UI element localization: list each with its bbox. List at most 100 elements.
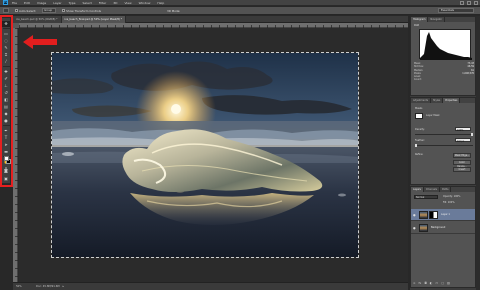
mask-thumbnail[interactable] xyxy=(415,113,423,119)
fill-value[interactable]: 100% xyxy=(448,201,455,204)
pen-icon: ✒ xyxy=(4,128,8,133)
crop-tool[interactable]: ⌗ xyxy=(2,52,10,58)
transform-label: Show Transform Controls xyxy=(66,8,101,13)
gradient-tool[interactable]: ▤ xyxy=(2,104,10,110)
stamp-tool[interactable]: ⊥ xyxy=(2,83,10,89)
layer-row[interactable]: ● Layer 1 xyxy=(411,209,475,221)
zoom-level[interactable]: 50% xyxy=(16,285,30,288)
menu-help[interactable]: Help xyxy=(157,1,164,5)
quick-mask-button[interactable]: ◙ xyxy=(2,168,10,174)
dodge-icon: ● xyxy=(4,118,8,123)
menu-type[interactable]: Type xyxy=(69,1,76,5)
status-menu-icon[interactable]: ▸ xyxy=(63,285,64,288)
quick-select-icon: ✎ xyxy=(4,45,8,50)
menu-file[interactable]: File xyxy=(12,1,17,5)
opacity-label: Opacity: 100% xyxy=(443,195,460,198)
healing-tool[interactable]: ✚ xyxy=(2,69,10,75)
feather-field[interactable]: 0.0 px xyxy=(455,138,471,143)
density-slider-thumb[interactable] xyxy=(471,133,473,136)
histogram-channel[interactable]: RGB xyxy=(414,24,419,27)
menu-layer[interactable]: Layer xyxy=(53,1,61,5)
density-field[interactable]: 100% xyxy=(455,127,471,132)
density-label: Density: xyxy=(415,128,425,131)
visibility-eye-icon[interactable]: ● xyxy=(413,226,417,230)
layers-panel: Layers Channels Paths Normal Opacity: 10… xyxy=(410,186,476,288)
eyedropper-tool[interactable]: ⁄ xyxy=(2,59,10,65)
menu-view[interactable]: View xyxy=(124,1,131,5)
layer-row[interactable]: ● Background xyxy=(411,222,475,234)
tab-styles[interactable]: Styles xyxy=(431,98,444,103)
menu-bar: Ps File Edit Image Layer Type Select Fil… xyxy=(0,0,480,6)
autoselect-dropdown[interactable]: Group xyxy=(42,8,57,13)
window-controls xyxy=(460,1,478,5)
adjustment-icon[interactable]: ◐ xyxy=(430,281,433,286)
tab-adjustments[interactable]: Adjustments xyxy=(411,98,431,103)
doc-tab-2[interactable]: ice_beach_final.psd @ 50% (Layer Mask/8)… xyxy=(61,16,127,23)
marquee-tool[interactable]: ▭ xyxy=(2,31,10,37)
trash-icon[interactable]: ▥ xyxy=(447,281,450,286)
blur-tool[interactable]: ◆ xyxy=(2,111,10,117)
blend-mode-dropdown[interactable]: Normal xyxy=(414,195,438,199)
link-icon[interactable]: ∞ xyxy=(413,281,416,286)
feather-slider[interactable] xyxy=(415,144,473,147)
opacity-value[interactable]: 100% xyxy=(454,195,461,198)
layer-mask-thumbnail[interactable] xyxy=(429,210,438,219)
menu-filter[interactable]: Filter xyxy=(99,1,106,5)
path-select-tool[interactable]: ➤ xyxy=(2,142,10,148)
move-icon: ✥ xyxy=(4,21,8,26)
lasso-tool[interactable]: ◌ xyxy=(2,38,10,44)
feather-slider-thumb[interactable] xyxy=(415,144,417,147)
histogram-graph xyxy=(419,29,472,60)
mask-edge-button[interactable]: Mask Edge... xyxy=(453,153,471,158)
screen-mode-button[interactable]: ▣ xyxy=(2,176,10,182)
tab-channels[interactable]: Channels xyxy=(424,187,440,192)
menu-window[interactable]: Window xyxy=(139,1,151,5)
canvas-area[interactable] xyxy=(19,28,408,282)
dodge-tool[interactable]: ● xyxy=(2,118,10,124)
tab-properties[interactable]: Properties xyxy=(443,98,461,103)
shape-tool[interactable]: ▬ xyxy=(2,149,10,155)
menu-3d[interactable]: 3D xyxy=(113,1,117,5)
fx-icon[interactable]: fx xyxy=(419,281,422,286)
maximize-icon[interactable] xyxy=(467,1,471,5)
doc-info: Doc: 45.8M/91.6M xyxy=(36,285,60,288)
tool-preset-picker[interactable] xyxy=(3,8,9,13)
quick-select-tool[interactable]: ✎ xyxy=(2,45,10,51)
new-layer-icon[interactable]: ▢ xyxy=(441,281,444,286)
close-icon[interactable] xyxy=(474,1,478,5)
tab-navigator[interactable]: Navigator xyxy=(428,17,446,22)
visibility-eye-icon[interactable]: ● xyxy=(413,213,417,217)
density-slider[interactable] xyxy=(415,133,473,136)
brush-tool[interactable]: ✐ xyxy=(2,76,10,82)
menu-select[interactable]: Select xyxy=(83,1,92,5)
color-range-button[interactable]: Color Range... xyxy=(453,160,471,168)
menu-edit[interactable]: Edit xyxy=(24,1,30,5)
pen-tool[interactable]: ✒ xyxy=(2,128,10,134)
add-mask-icon[interactable]: ◘ xyxy=(424,281,426,286)
menu-image[interactable]: Image xyxy=(37,1,46,5)
folder-icon[interactable]: ▭ xyxy=(435,281,438,286)
histogram-curve xyxy=(420,32,472,60)
layer-thumbnail xyxy=(419,210,428,219)
autoselect-checkbox[interactable] xyxy=(15,9,18,12)
tab-layers[interactable]: Layers xyxy=(411,187,424,192)
invert-button[interactable]: Invert xyxy=(453,167,471,172)
tab-paths[interactable]: Paths xyxy=(440,187,452,192)
photoshop-window: Ps File Edit Image Layer Type Select Fil… xyxy=(0,0,480,290)
gradient-icon: ▤ xyxy=(4,104,8,109)
doc-tab-1[interactable]: ice_beach.psd @ 50% (RGB/8) * xyxy=(13,16,62,23)
history-brush-tool[interactable]: ↺ xyxy=(2,90,10,96)
workspace-dropdown[interactable]: Essentials xyxy=(438,8,474,13)
foreground-color-swatch[interactable] xyxy=(4,156,9,161)
document-image[interactable] xyxy=(51,52,359,258)
tab-histogram[interactable]: Histogram xyxy=(411,17,429,22)
collapsed-panel-strip xyxy=(476,16,480,290)
minimize-icon[interactable] xyxy=(460,1,464,5)
eraser-tool[interactable]: ◧ xyxy=(2,97,10,103)
properties-panel-tabs: Adjustments Styles Properties xyxy=(411,98,475,103)
type-tool[interactable]: T xyxy=(2,135,10,141)
transform-checkbox[interactable] xyxy=(62,9,66,12)
density-value: 100% xyxy=(457,129,464,132)
stat-row: Count: xyxy=(414,78,474,81)
move-tool[interactable]: ✥ xyxy=(2,21,10,27)
